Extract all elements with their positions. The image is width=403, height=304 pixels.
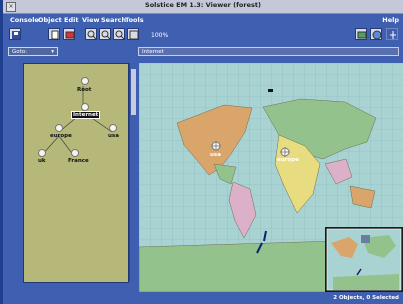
europe-node-label[interactable]: europe bbox=[50, 133, 72, 139]
tree-scrollbar[interactable] bbox=[129, 63, 137, 281]
zoom-fit-icon[interactable] bbox=[113, 28, 125, 40]
save-icon[interactable] bbox=[9, 28, 21, 40]
tree-icon[interactable] bbox=[386, 28, 398, 40]
uk-node-icon[interactable] bbox=[38, 149, 46, 157]
france-node-label[interactable]: France bbox=[68, 158, 89, 164]
europe-map-label[interactable]: europe bbox=[277, 157, 299, 163]
menu-bar: Console Object Edit View Search Tools He… bbox=[3, 14, 403, 25]
internet-node-label[interactable]: Internet bbox=[71, 111, 101, 119]
uk-node-label[interactable]: uk bbox=[38, 158, 46, 164]
menu-view[interactable]: View bbox=[82, 16, 100, 24]
print-icon[interactable] bbox=[48, 28, 60, 40]
viewer-window: × Solstice EM 1.3: Viewer (forest) Conso… bbox=[3, 0, 403, 304]
window-title: Solstice EM 1.3: Viewer (forest) bbox=[145, 1, 261, 9]
zoom-reset-icon[interactable] bbox=[127, 28, 139, 40]
zoom-in-icon[interactable] bbox=[85, 28, 97, 40]
goto-label: Goto: bbox=[12, 49, 28, 55]
menu-object[interactable]: Object bbox=[38, 16, 62, 24]
globe-icon[interactable] bbox=[370, 28, 382, 40]
usa-node-icon[interactable] bbox=[109, 124, 117, 132]
tree-panel[interactable]: Root Internet europe usa uk France bbox=[23, 63, 129, 283]
chevron-down-icon: ▾ bbox=[51, 49, 54, 55]
menu-console[interactable]: Console bbox=[10, 16, 39, 24]
menu-search[interactable]: Search bbox=[101, 16, 126, 24]
address-row: Goto: ▾ Internet bbox=[3, 44, 403, 59]
zoom-level: 100% bbox=[151, 32, 169, 39]
europe-node-icon[interactable] bbox=[55, 124, 63, 132]
title-bar[interactable]: × Solstice EM 1.3: Viewer (forest) bbox=[3, 0, 403, 14]
root-node-label[interactable]: Root bbox=[77, 87, 91, 93]
menu-tools[interactable]: Tools bbox=[125, 16, 144, 24]
usa-map-node-icon[interactable] bbox=[211, 136, 221, 151]
world-map-graphic bbox=[139, 63, 403, 292]
france-node-icon[interactable] bbox=[71, 149, 79, 157]
internet-node-icon[interactable] bbox=[81, 103, 89, 111]
toolbar: 100% bbox=[3, 25, 403, 43]
map-icon[interactable] bbox=[355, 28, 367, 40]
zoom-out-icon[interactable] bbox=[99, 28, 111, 40]
address-input[interactable]: Internet bbox=[138, 47, 399, 56]
tree-lines bbox=[40, 86, 113, 157]
tree-scrollbar-thumb[interactable] bbox=[131, 69, 136, 115]
europe-map-node-icon[interactable] bbox=[280, 142, 290, 157]
root-node-icon[interactable] bbox=[81, 77, 89, 85]
status-bar: 2 Objects, 0 Selected bbox=[139, 294, 403, 304]
usa-map-label[interactable]: usa bbox=[210, 152, 221, 158]
goto-dropdown[interactable]: Goto: ▾ bbox=[8, 47, 58, 56]
menu-help[interactable]: Help bbox=[382, 16, 399, 24]
usa-node-label[interactable]: usa bbox=[108, 133, 119, 139]
world-map[interactable]: usa europe bbox=[139, 63, 403, 292]
menu-edit[interactable]: Edit bbox=[64, 16, 78, 24]
document-icon[interactable] bbox=[63, 28, 75, 40]
status-text: 2 Objects, 0 Selected bbox=[333, 295, 399, 301]
